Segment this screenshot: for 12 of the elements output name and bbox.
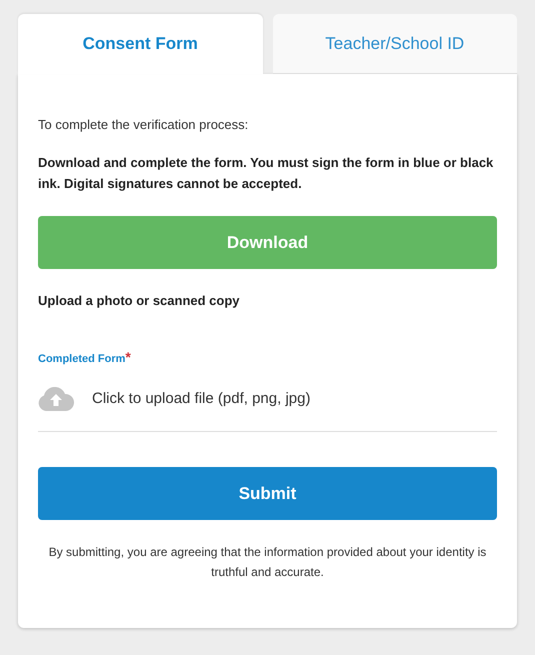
upload-heading: Upload a photo or scanned copy <box>38 292 241 310</box>
disclaimer-text: By submitting, you are agreeing that the information provided about your identity is truthful and accurate. <box>48 544 488 581</box>
upload-field[interactable]: Click to upload file (pdf, png, jpg) <box>38 387 497 432</box>
cloud-upload-icon <box>38 387 74 411</box>
submit-button[interactable]: Submit <box>38 467 497 520</box>
tab[interactable]: Consent Form <box>18 14 262 74</box>
download-button[interactable]: Download <box>38 216 497 269</box>
field-label: Completed Form <box>38 352 126 366</box>
instructions-text: Download and complete the form. You must sign the form in blue or black ink. Digital signatures cannot be accepted. <box>38 154 494 193</box>
required-mark: * <box>125 350 131 362</box>
intro-text: To complete the verification process: <box>38 116 250 134</box>
tab[interactable]: Teacher/School ID <box>272 14 517 74</box>
